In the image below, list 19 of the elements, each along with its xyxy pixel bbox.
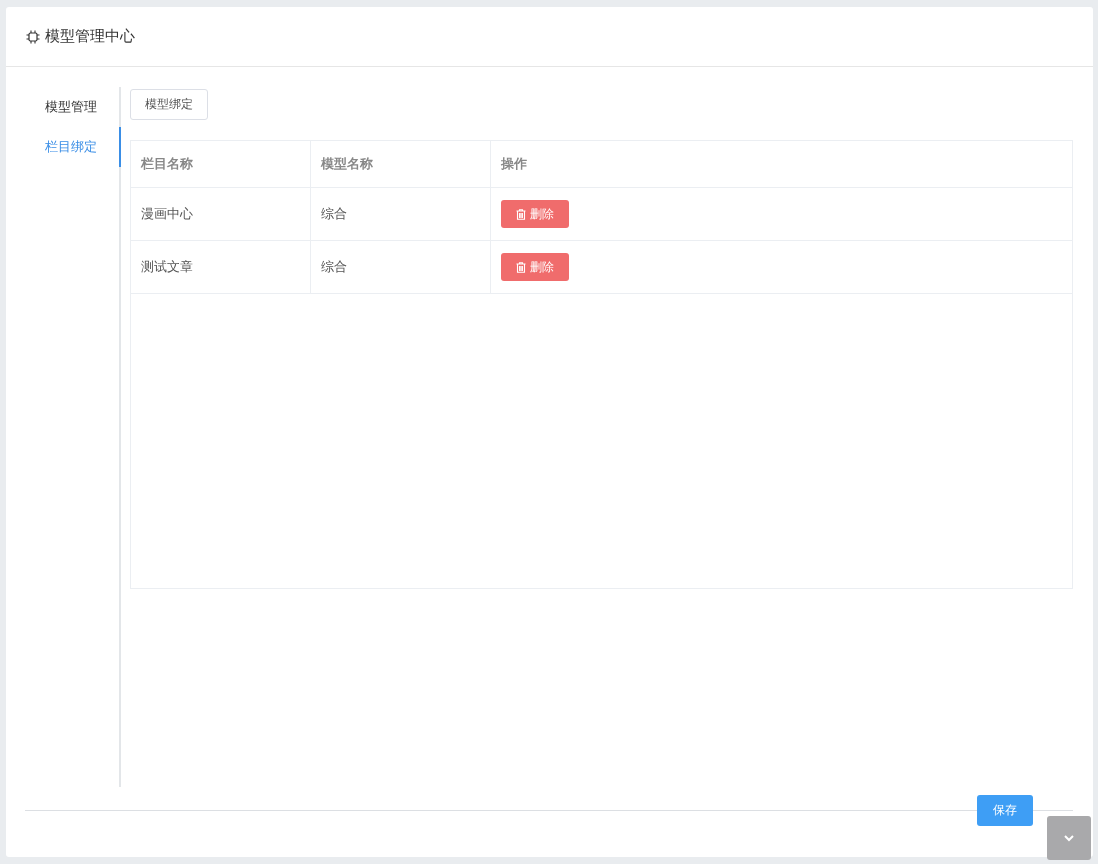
bind-model-button[interactable]: 模型绑定 xyxy=(130,89,208,120)
trash-icon xyxy=(516,261,526,273)
trash-icon xyxy=(516,208,526,220)
column-header: 操作 xyxy=(490,140,1073,188)
column-header: 栏目名称 xyxy=(130,140,311,188)
table-cell: 综合 xyxy=(310,240,491,294)
delete-button[interactable]: 删除 xyxy=(501,253,569,281)
table-cell: 漫画中心 xyxy=(130,187,311,241)
column-header: 模型名称 xyxy=(310,140,491,188)
table-cell: 测试文章 xyxy=(130,240,311,294)
save-button[interactable]: 保存 xyxy=(977,795,1033,826)
sidebar-item[interactable]: 栏目绑定 xyxy=(6,127,121,167)
sidebar-item[interactable]: 模型管理 xyxy=(6,87,121,127)
page-title: 模型管理中心 xyxy=(45,27,135,46)
chevron-down-icon xyxy=(1064,834,1074,842)
chip-icon xyxy=(26,29,40,44)
delete-button[interactable]: 删除 xyxy=(501,200,569,228)
scroll-button[interactable] xyxy=(1047,816,1091,860)
table-cell: 综合 xyxy=(310,187,491,241)
